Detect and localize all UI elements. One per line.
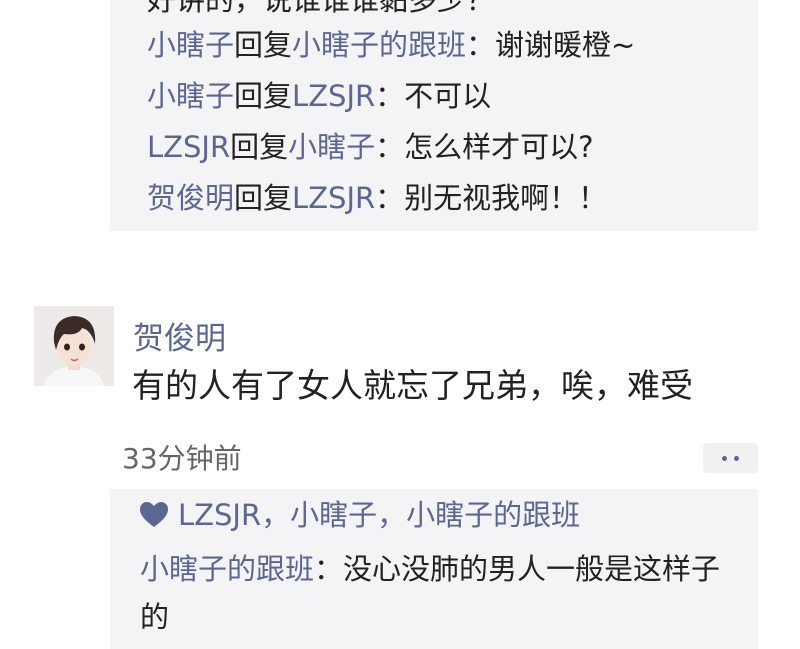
post-timestamp: 33分钟前 bbox=[122, 442, 242, 475]
avatar-portrait-icon bbox=[34, 306, 114, 386]
reply-line[interactable]: 小瞎子回复LZSJR：不可以 bbox=[147, 76, 491, 116]
reply-verb: 回复 bbox=[234, 28, 293, 62]
more-options-button[interactable] bbox=[703, 443, 758, 473]
reply-from-name[interactable]: 小瞎子的跟班 bbox=[140, 552, 314, 586]
avatar[interactable] bbox=[34, 306, 114, 386]
liker-names[interactable]: LZSJR，小瞎子，小瞎子的跟班 bbox=[178, 495, 580, 535]
reply-verb: 回复 bbox=[234, 79, 293, 113]
reply-text: ：别无视我啊！！ bbox=[375, 181, 608, 215]
reply-line[interactable]: LZSJR回复小瞎子：怎么样才可以? bbox=[147, 127, 594, 167]
heart-icon bbox=[140, 502, 168, 527]
reply-from-name[interactable]: LZSJR bbox=[147, 130, 230, 164]
post-content: 有的人有了女人就忘了兄弟，唉，难受 bbox=[132, 366, 693, 405]
reply-from-name[interactable]: 小瞎子 bbox=[147, 28, 234, 62]
cut-text: 好讲的，说谁谁谁黏多少？ bbox=[147, 0, 496, 17]
reply-thread-box: 好讲的，说谁谁谁黏多少？ 小瞎子回复小瞎子的跟班：谢谢暖橙~ 小瞎子回复LZSJ… bbox=[110, 0, 758, 231]
reply-from-name[interactable]: 小瞎子 bbox=[147, 79, 234, 113]
reply-to-name[interactable]: 小瞎子的跟班 bbox=[292, 28, 466, 62]
reply-line[interactable]: 贺俊明回复LZSJR：别无视我啊！！ bbox=[147, 178, 607, 218]
reply-text: ：怎么样才可以? bbox=[375, 130, 594, 164]
likes-and-replies-box: LZSJR，小瞎子，小瞎子的跟班 小瞎子的跟班：没心没肺的男人一般是这样子的 bbox=[110, 489, 758, 649]
reply-line[interactable]: 小瞎子的跟班：没心没肺的男人一般是这样子的 bbox=[140, 545, 730, 641]
reply-from-name[interactable]: 贺俊明 bbox=[147, 181, 234, 215]
reply-verb: 回复 bbox=[230, 130, 289, 164]
more-dot-icon bbox=[722, 455, 727, 461]
poster-name[interactable]: 贺俊明 bbox=[133, 318, 226, 360]
reply-to-name[interactable]: 小瞎子 bbox=[288, 130, 375, 164]
reply-verb: 回复 bbox=[234, 181, 293, 215]
reply-line-cut: 好讲的，说谁谁谁黏多少？ bbox=[147, 0, 495, 20]
reply-to-name[interactable]: LZSJR bbox=[292, 181, 375, 215]
reply-line[interactable]: 小瞎子回复小瞎子的跟班：谢谢暖橙~ bbox=[147, 25, 635, 65]
likes-row: LZSJR，小瞎子，小瞎子的跟班 bbox=[140, 495, 580, 535]
reply-text: ：谢谢暖橙~ bbox=[466, 28, 636, 62]
reply-text: ：不可以 bbox=[375, 79, 492, 113]
reply-to-name[interactable]: LZSJR bbox=[292, 79, 375, 113]
more-dot-icon bbox=[734, 455, 739, 461]
